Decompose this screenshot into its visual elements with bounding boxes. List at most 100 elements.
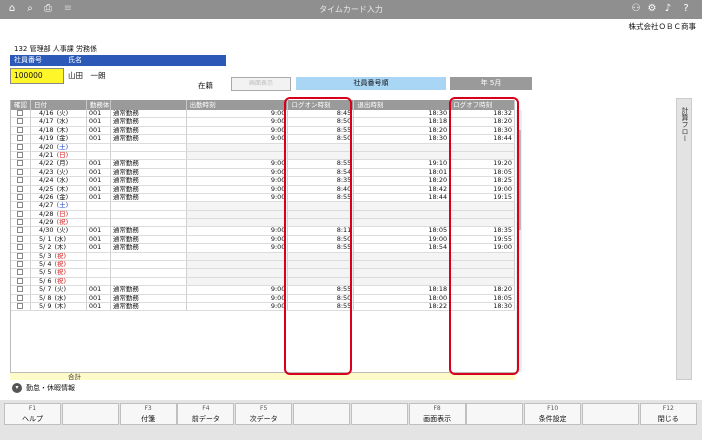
check-cell[interactable]	[11, 168, 31, 177]
calculation-flow-label: 計算フロー	[681, 107, 689, 142]
check-cell[interactable]	[11, 143, 31, 151]
employee-id-field[interactable]: 100000	[10, 68, 64, 84]
table-row[interactable]: 5/ 3 (祝)	[11, 252, 515, 262]
check-cell[interactable]	[11, 235, 31, 244]
check-cell[interactable]	[11, 302, 31, 311]
clock-in-cell: 9:00	[187, 185, 289, 193]
settings-icon[interactable]: ⚙	[646, 3, 658, 15]
table-row[interactable]: 4/29 (祝)	[11, 219, 515, 228]
table-row[interactable]: 5/ 2 (木) 001 通常勤務 9:00 8:55 18:54 19:00	[11, 244, 515, 253]
function-key-2[interactable]	[61, 403, 119, 425]
check-cell[interactable]	[11, 202, 31, 210]
table-row[interactable]: 4/25 (木) 001 通常勤務 9:00 8:40 18:42 19:00	[11, 185, 515, 194]
confirm-checkbox[interactable]	[17, 118, 24, 125]
table-row[interactable]: 4/19 (金) 001 通常勤務 9:00 8:50 18:30 18:44	[11, 135, 515, 144]
check-cell[interactable]	[11, 135, 31, 143]
table-row[interactable]: 4/20 (土)	[11, 143, 515, 152]
confirm-checkbox[interactable]	[17, 185, 24, 192]
user-icon[interactable]: ⚇	[630, 3, 642, 15]
table-row[interactable]: 5/ 1 (水) 001 通常勤務 9:00 8:50 19:00 19:55	[11, 235, 515, 245]
check-cell[interactable]	[11, 269, 31, 277]
confirm-checkbox[interactable]	[17, 252, 24, 259]
confirm-checkbox[interactable]	[17, 126, 24, 133]
function-key-3[interactable]: F3 付箋	[119, 403, 177, 425]
function-key-9[interactable]	[466, 403, 524, 425]
table-row[interactable]: 4/17 (水) 001 通常勤務 9:00 8:50 18:18 18:20	[11, 118, 515, 127]
confirm-checkbox[interactable]	[17, 235, 24, 242]
clock-in-cell	[186, 277, 289, 286]
check-cell[interactable]	[11, 219, 31, 227]
confirm-checkbox[interactable]	[17, 135, 24, 142]
shift-code-cell: 001	[87, 135, 111, 143]
confirm-checkbox[interactable]	[17, 177, 24, 184]
check-cell[interactable]	[11, 210, 31, 219]
function-key-11[interactable]	[582, 403, 639, 425]
check-cell[interactable]	[11, 118, 31, 126]
help-icon[interactable]: ?	[680, 3, 692, 15]
confirm-checkbox[interactable]	[17, 210, 24, 217]
check-cell[interactable]	[11, 261, 31, 269]
check-cell[interactable]	[11, 185, 31, 193]
confirm-checkbox[interactable]	[17, 168, 24, 175]
confirm-checkbox[interactable]	[17, 193, 24, 200]
table-row[interactable]: 4/21 (日)	[11, 151, 515, 161]
check-cell[interactable]	[11, 277, 31, 286]
function-key-4[interactable]: F4 前データ	[177, 403, 235, 425]
check-cell[interactable]	[11, 110, 31, 118]
table-row[interactable]: 4/22 (月) 001 通常勤務 9:00 8:55 19:10 19:20	[11, 160, 515, 169]
table-row[interactable]: 4/27 (土)	[11, 202, 515, 211]
table-row[interactable]: 4/23 (火) 001 通常勤務 9:00 8:54 18:01 18:05	[11, 168, 515, 178]
sort-order-label[interactable]: 社員番号順	[296, 77, 446, 90]
col-header-shift-name	[111, 100, 187, 110]
function-key-10[interactable]: F10 条件設定	[524, 403, 582, 425]
table-row[interactable]: 5/ 5 (祝)	[11, 269, 515, 278]
function-key-1[interactable]: F1 ヘルプ	[4, 403, 61, 425]
table-row[interactable]: 4/30 (火) 001 通常勤務 9:00 8:11 18:05 18:35	[11, 227, 515, 236]
check-cell[interactable]	[11, 151, 31, 160]
confirm-checkbox[interactable]	[17, 261, 24, 268]
confirm-checkbox[interactable]	[17, 294, 24, 301]
check-cell[interactable]	[11, 244, 31, 252]
check-cell[interactable]	[11, 252, 31, 261]
check-cell[interactable]	[11, 177, 31, 185]
confirm-checkbox[interactable]	[17, 227, 24, 234]
confirm-checkbox[interactable]	[17, 202, 24, 209]
function-key-12[interactable]: F12 閉じる	[639, 403, 697, 425]
confirm-checkbox[interactable]	[17, 143, 24, 150]
weekday-text: (水)	[54, 235, 67, 243]
table-row[interactable]: 4/26 (金) 001 通常勤務 9:00 8:55 18:44 19:15	[11, 193, 515, 203]
table-row[interactable]: 5/ 8 (水) 001 通常勤務 9:00 8:50 18:00 18:05	[11, 294, 515, 303]
check-cell[interactable]	[11, 294, 31, 302]
check-cell[interactable]	[11, 126, 31, 135]
check-cell[interactable]	[11, 160, 31, 168]
function-key-7[interactable]	[350, 403, 408, 425]
confirm-checkbox[interactable]	[17, 277, 24, 284]
calculation-flow-tab[interactable]: 計算フロー	[676, 98, 692, 380]
attendance-info-toggle[interactable]: ▾ 勤怠・休暇情報	[12, 383, 75, 393]
check-cell[interactable]	[11, 193, 31, 202]
confirm-checkbox[interactable]	[17, 244, 24, 251]
table-row[interactable]: 4/28 (日)	[11, 210, 515, 220]
table-row[interactable]: 5/ 9 (木) 001 通常勤務 9:00 8:55 18:22 18:30	[11, 302, 515, 312]
function-key-5[interactable]: F5 次データ	[235, 403, 293, 425]
year-month-label[interactable]: 年 5月	[450, 77, 532, 90]
table-row[interactable]: 4/24 (水) 001 通常勤務 9:00 8:35 18:20 18:25	[11, 177, 515, 186]
check-cell[interactable]	[11, 286, 31, 294]
confirm-checkbox[interactable]	[17, 286, 24, 293]
confirm-checkbox[interactable]	[17, 160, 24, 167]
confirm-checkbox[interactable]	[17, 219, 24, 226]
check-cell[interactable]	[11, 227, 31, 235]
table-row[interactable]: 4/16 (火) 001 通常勤務 9:00 8:45 18:30 18:32	[11, 110, 515, 119]
confirm-checkbox[interactable]	[17, 269, 24, 276]
function-key-8[interactable]: F8 画面表示	[408, 403, 466, 425]
function-key-6[interactable]	[293, 403, 350, 425]
confirm-checkbox[interactable]	[17, 302, 24, 309]
table-row[interactable]: 5/ 6 (祝)	[11, 277, 515, 287]
function-key-label: 付箋	[141, 415, 156, 423]
table-row[interactable]: 4/18 (木) 001 通常勤務 9:00 8:55 18:20 18:30	[11, 126, 515, 136]
confirm-checkbox[interactable]	[17, 151, 24, 158]
table-row[interactable]: 5/ 7 (火) 001 通常勤務 9:00 8:55 18:18 18:20	[11, 286, 515, 295]
table-row[interactable]: 5/ 4 (祝)	[11, 261, 515, 270]
confirm-checkbox[interactable]	[17, 110, 24, 116]
bell-icon[interactable]: ♪	[662, 3, 674, 15]
